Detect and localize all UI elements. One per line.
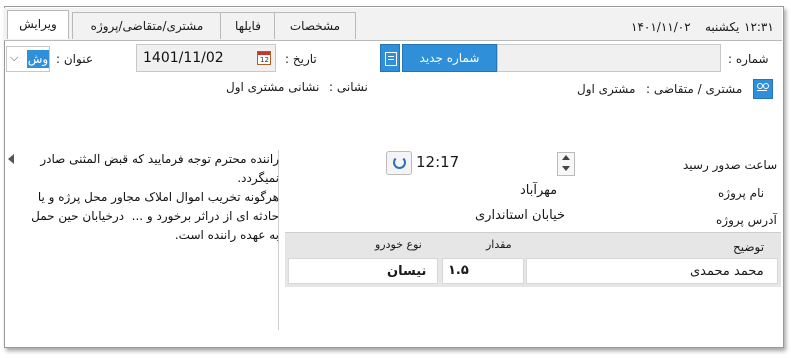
refresh-icon (393, 156, 406, 169)
date-value: 1401/11/02 (143, 50, 224, 66)
row-description-value: محمد محمدی (690, 264, 764, 279)
project-address-value[interactable]: خیابان استانداری (475, 208, 565, 223)
tab-edit[interactable]: ویرایش (7, 10, 69, 39)
form-icon (385, 52, 397, 66)
customer-value: مشتری اول (577, 82, 636, 96)
calendar-icon[interactable]: 12 (257, 51, 271, 65)
number-label: شماره : (728, 52, 769, 66)
tab-customer-project[interactable]: مشتری/متقاضی/پروژه (72, 12, 222, 39)
grid-header-amount: مقدار (486, 238, 512, 251)
grid-header-description: توضیح (733, 240, 765, 254)
time-spinner[interactable] (557, 152, 575, 176)
title-select-value: وش (27, 50, 49, 68)
row-amount-value: ۱.۵ (448, 263, 469, 278)
tab-specifications[interactable]: مشخصات (274, 12, 356, 39)
header-time: ۱۲:۳۱ (744, 20, 774, 34)
spin-up-icon[interactable] (562, 155, 570, 160)
row-vehicle-value: نیسان (387, 264, 427, 279)
project-name-label: نام پروژه (718, 186, 765, 200)
refresh-button[interactable] (386, 151, 412, 175)
date-label: تاریخ : (285, 52, 317, 66)
title-select[interactable]: ⌵ وش (6, 46, 50, 72)
customer-label: مشتری / متقاضی : (646, 82, 743, 96)
spin-down-icon[interactable] (562, 166, 570, 171)
new-number-icon-button[interactable] (380, 44, 400, 72)
number-field[interactable] (497, 44, 721, 72)
customer-lookup-icon[interactable] (753, 79, 773, 99)
project-name-value[interactable]: مهرآباد (520, 183, 557, 198)
header-date: ۱۴۰۱/۱۱/۰۲ (631, 20, 691, 34)
chevron-down-icon: ⌵ (10, 51, 19, 64)
new-number-button[interactable]: شماره جدید (402, 44, 497, 72)
issue-time-label: ساعت صدور رسید (683, 158, 778, 172)
tab-files[interactable]: فایلها (220, 12, 276, 39)
header-weekday: یکشنبه (705, 20, 740, 34)
grid-header-vehicle: نوع خودرو (375, 238, 422, 251)
date-field[interactable]: 1401/11/02 12 (136, 44, 276, 72)
note-scroll-arrow-icon[interactable] (8, 154, 14, 164)
customer-address-label: نشانی : (329, 80, 368, 94)
customer-address-value: نشانی مشتری اول (226, 80, 320, 94)
issue-time-value[interactable]: 12:17 (416, 153, 459, 171)
note-text: راننده محترم توجه فرمایید که قبض المثنی … (31, 152, 279, 242)
project-address-label: آدرس پروژه (716, 213, 777, 227)
title-label: عنوان : (56, 52, 93, 66)
